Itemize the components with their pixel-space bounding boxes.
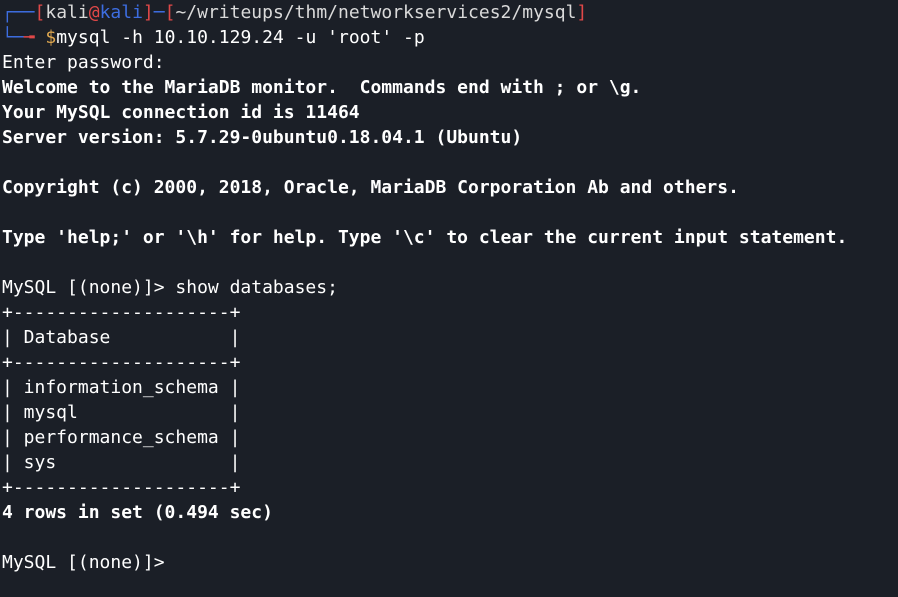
terminal-window[interactable]: ┌──[kali@kali]─[~/writeups/thm/networkse… (0, 0, 898, 597)
output-connection-id: Your MySQL connection id is 11464 (2, 102, 360, 123)
table-row: | performance_schema | (2, 427, 241, 448)
prompt-bracket-close: ] (142, 2, 154, 23)
query-text: show databases; (175, 277, 338, 298)
prompt-path: ~/writeups/thm/networkservices2/mysql (175, 2, 577, 23)
prompt-line-top: ┌──[kali@kali]─[~/writeups/thm/networkse… (2, 0, 898, 25)
result-summary: 4 rows in set (0.494 sec) (2, 502, 273, 523)
prompt-dash: ─ (153, 2, 165, 23)
table-row: | sys | (2, 452, 241, 473)
prompt-bracket-open: [ (34, 2, 46, 23)
output-copyright: Copyright (c) 2000, 2018, Oracle, MariaD… (2, 177, 739, 198)
output-help-hint: Type 'help;' or '\h' for help. Type '\c'… (2, 227, 848, 248)
prompt-path-close: ] (576, 2, 588, 23)
prompt-user: kali (45, 2, 89, 23)
table-header: | Database | (2, 327, 241, 348)
output-welcome: Welcome to the MariaDB monitor. Commands… (2, 77, 642, 98)
table-row: | mysql | (2, 402, 241, 423)
prompt-arrow: ╼ (23, 27, 46, 48)
prompt-dollar: $ (45, 27, 57, 48)
mysql-prompt: MySQL [(none)]> (2, 277, 176, 298)
prompt-corner-top: ┌── (2, 2, 35, 23)
prompt-host: kali (99, 2, 143, 23)
table-border-top: +--------------------+ (2, 302, 241, 323)
prompt-line-command: └─╼ $mysql -h 10.10.129.24 -u 'root' -p (2, 25, 898, 50)
prompt-path-open: [ (164, 2, 176, 23)
table-row: | information_schema | (2, 377, 241, 398)
output-server-version: Server version: 5.7.29-0ubuntu0.18.04.1 … (2, 127, 523, 148)
final-prompt-line[interactable]: MySQL [(none)]> (2, 550, 898, 575)
prompt-at-symbol: @ (88, 2, 100, 23)
output-enter-password: Enter password: (2, 52, 165, 73)
table-border-bottom: +--------------------+ (2, 477, 241, 498)
query-line: MySQL [(none)]> show databases; (2, 275, 898, 300)
mysql-prompt-final: MySQL [(none)]> (2, 552, 176, 573)
command-text: mysql -h 10.10.129.24 -u 'root' -p (56, 27, 425, 48)
prompt-corner-bottom: └─ (2, 27, 24, 48)
table-border-mid: +--------------------+ (2, 352, 241, 373)
